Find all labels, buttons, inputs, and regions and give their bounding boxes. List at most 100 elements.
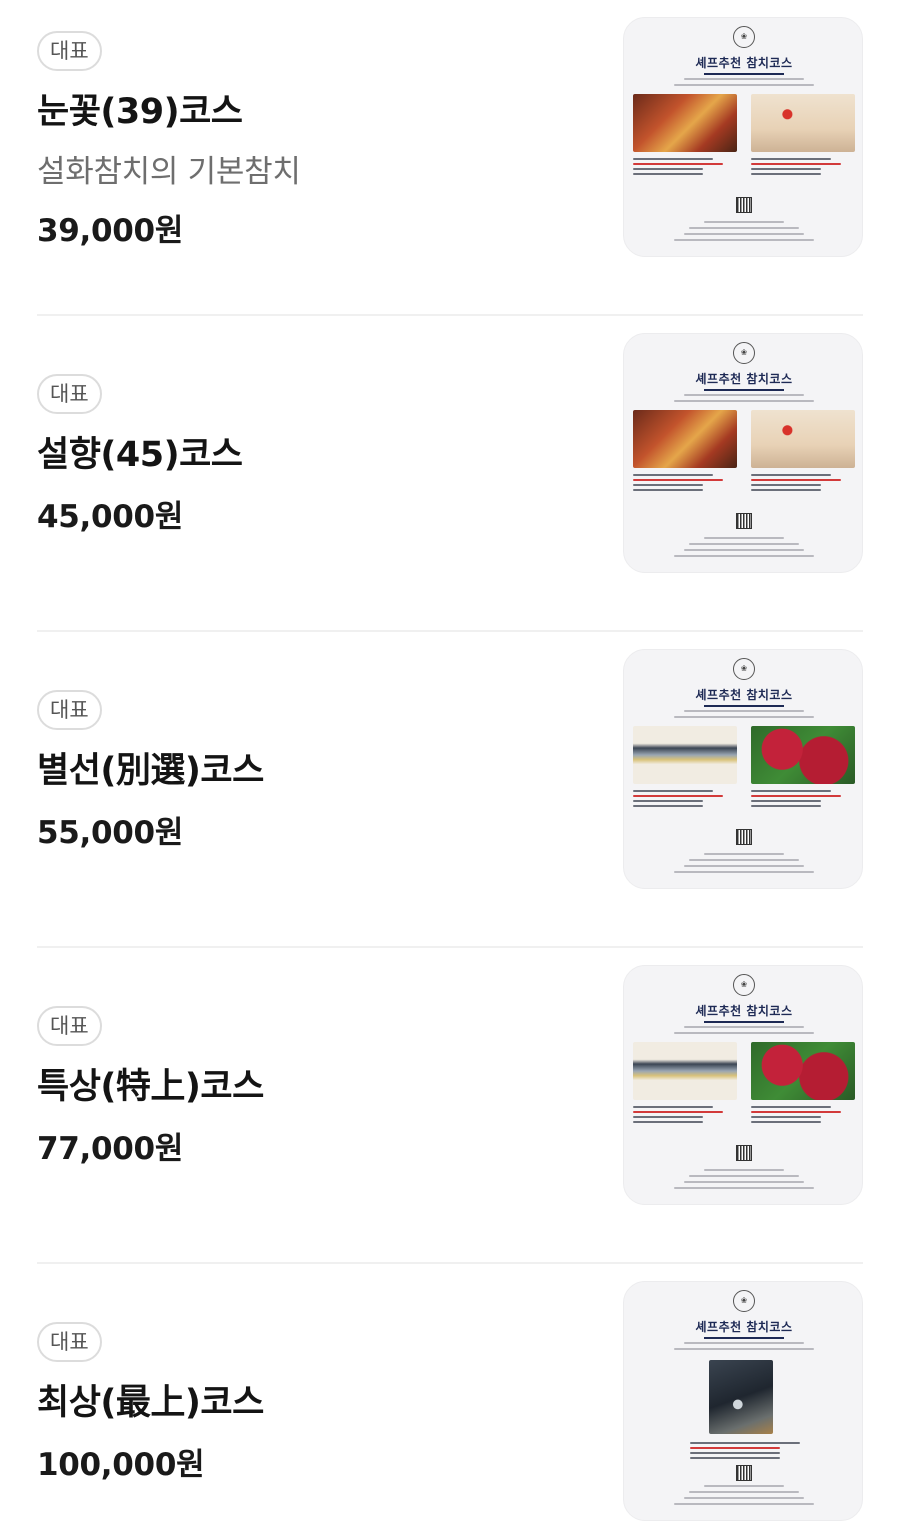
poster-photo — [633, 1042, 737, 1100]
poster-rule — [704, 1337, 784, 1339]
menu-item-thumbnail[interactable]: ❀ 셰프추천 참치코스 — [623, 965, 863, 1205]
menu-item[interactable]: 대표 최상(最上)코스 100,000원 ❀ 셰프추천 참치코스 — [0, 1264, 900, 1522]
poster-footnote — [684, 549, 804, 551]
signature-badge: 대표 — [37, 690, 102, 730]
menu-item-price: 77,000원 — [37, 1131, 184, 1167]
restaurant-logo-icon: ❀ — [733, 974, 755, 996]
signature-badge: 대표 — [37, 374, 102, 414]
poster-footnote — [689, 227, 799, 229]
menu-item-description: 설화참치의 기본참치 — [37, 154, 301, 190]
poster-caption — [633, 1121, 703, 1123]
poster-title: 셰프추천 참치코스 — [695, 1004, 793, 1018]
poster-footnote — [674, 1187, 814, 1189]
restaurant-logo-icon: ❀ — [733, 1290, 755, 1312]
qr-code-icon — [736, 1145, 752, 1161]
poster-caption — [633, 168, 703, 170]
menu-item-name: 최상(最上)코스 — [37, 1383, 264, 1423]
qr-code-icon — [736, 513, 752, 529]
poster-caption — [751, 484, 821, 486]
restaurant-logo-icon: ❀ — [733, 26, 755, 48]
poster-footnote — [684, 233, 804, 235]
menu-item-name: 특상(特上)코스 — [37, 1067, 264, 1107]
poster-rule — [704, 705, 784, 707]
poster-rule — [704, 1021, 784, 1023]
poster-caption — [751, 173, 821, 175]
menu-item-thumbnail[interactable]: ❀ 셰프추천 참치코스 — [623, 17, 863, 257]
poster-footnote — [704, 853, 784, 855]
poster-caption — [751, 805, 821, 807]
menu-item-info: 대표 특상(特上)코스 77,000원 — [37, 1006, 597, 1168]
menu-item[interactable]: 대표 눈꽃(39)코스 설화참치의 기본참치 39,000원 ❀ 셰프추천 참치코스 — [0, 0, 900, 316]
poster-title: 셰프추천 참치코스 — [695, 56, 793, 70]
poster-caption — [751, 1116, 821, 1118]
poster-caption — [633, 1106, 713, 1108]
menu-item[interactable]: 대표 특상(特上)코스 77,000원 ❀ 셰프추천 참치코스 — [0, 948, 900, 1264]
menu-item-thumbnail[interactable]: ❀ 셰프추천 참치코스 — [623, 333, 863, 573]
poster-fine-print — [684, 394, 804, 396]
poster-fine-print — [674, 84, 814, 86]
poster-caption — [633, 158, 713, 160]
poster-caption — [690, 1442, 800, 1444]
menu-item-info: 대표설향(45)코스 45,000원 — [37, 374, 597, 536]
menu-item-info: 대표 최상(最上)코스 100,000원 — [37, 1322, 597, 1484]
poster-photo — [709, 1360, 773, 1434]
restaurant-logo-icon: ❀ — [733, 658, 755, 680]
poster-caption — [751, 163, 841, 165]
menu-item-price: 45,000원 — [37, 499, 184, 535]
poster-caption — [751, 800, 821, 802]
poster-photo — [633, 94, 737, 152]
poster-footnote — [684, 865, 804, 867]
poster-caption — [633, 805, 703, 807]
poster-caption — [751, 489, 821, 491]
signature-badge: 대표 — [37, 1322, 102, 1362]
qr-code-icon — [736, 829, 752, 845]
menu-item[interactable]: 대표설향(45)코스 45,000원 ❀ 셰프추천 참치코스 — [0, 316, 900, 632]
menu-item-thumbnail[interactable]: ❀ 셰프추천 참치코스 — [623, 1281, 863, 1521]
poster-footnote — [689, 1175, 799, 1177]
poster-footnote — [689, 859, 799, 861]
qr-code-icon — [736, 1465, 752, 1481]
poster-footnote — [674, 1503, 814, 1505]
poster-fine-print — [684, 710, 804, 712]
poster-footnote — [704, 1169, 784, 1171]
poster-caption — [751, 479, 841, 481]
poster-fine-print — [684, 1342, 804, 1344]
poster-photo — [751, 94, 855, 152]
menu-item-name: 별선(別選)코스 — [37, 751, 264, 791]
menu-list: 대표 눈꽃(39)코스 설화참치의 기본참치 39,000원 ❀ 셰프추천 참치코스 대표 설… — [0, 0, 900, 1522]
poster-title: 셰프추천 참치코스 — [695, 372, 793, 386]
poster-fine-print — [684, 1026, 804, 1028]
poster-caption — [751, 168, 821, 170]
menu-item-name: 눈꽃(39)코스 — [37, 92, 243, 132]
poster-footnote — [684, 1497, 804, 1499]
signature-badge: 대표 — [37, 31, 102, 71]
poster-fine-print — [674, 1348, 814, 1350]
poster-caption — [751, 1106, 831, 1108]
poster-fine-print — [674, 400, 814, 402]
menu-item-info: 대표 별선(別選)코스 55,000원 — [37, 690, 597, 852]
poster-caption — [751, 1121, 821, 1123]
menu-item[interactable]: 대표 별선(別選)코스 55,000원 ❀ 셰프추천 참치코스 — [0, 632, 900, 948]
poster-photo — [751, 410, 855, 468]
poster-title: 셰프추천 참치코스 — [695, 1320, 793, 1334]
poster-caption — [633, 1116, 703, 1118]
poster-rule — [704, 73, 784, 75]
poster-photo — [633, 410, 737, 468]
poster-caption — [633, 163, 723, 165]
poster-caption — [633, 173, 703, 175]
poster-caption — [690, 1452, 780, 1454]
poster-footnote — [674, 871, 814, 873]
poster-footnote — [704, 1485, 784, 1487]
poster-photo — [751, 726, 855, 784]
poster-caption — [751, 158, 831, 160]
menu-item-thumbnail[interactable]: ❀ 셰프추천 참치코스 — [623, 649, 863, 889]
poster-caption — [633, 1111, 723, 1113]
poster-fine-print — [684, 78, 804, 80]
poster-title: 셰프추천 참치코스 — [695, 688, 793, 702]
poster-footnote — [684, 1181, 804, 1183]
poster-fine-print — [674, 1032, 814, 1034]
poster-footnote — [704, 221, 784, 223]
poster-caption — [633, 489, 703, 491]
menu-item-name: 설향(45)코스 — [37, 435, 243, 475]
poster-footnote — [674, 239, 814, 241]
